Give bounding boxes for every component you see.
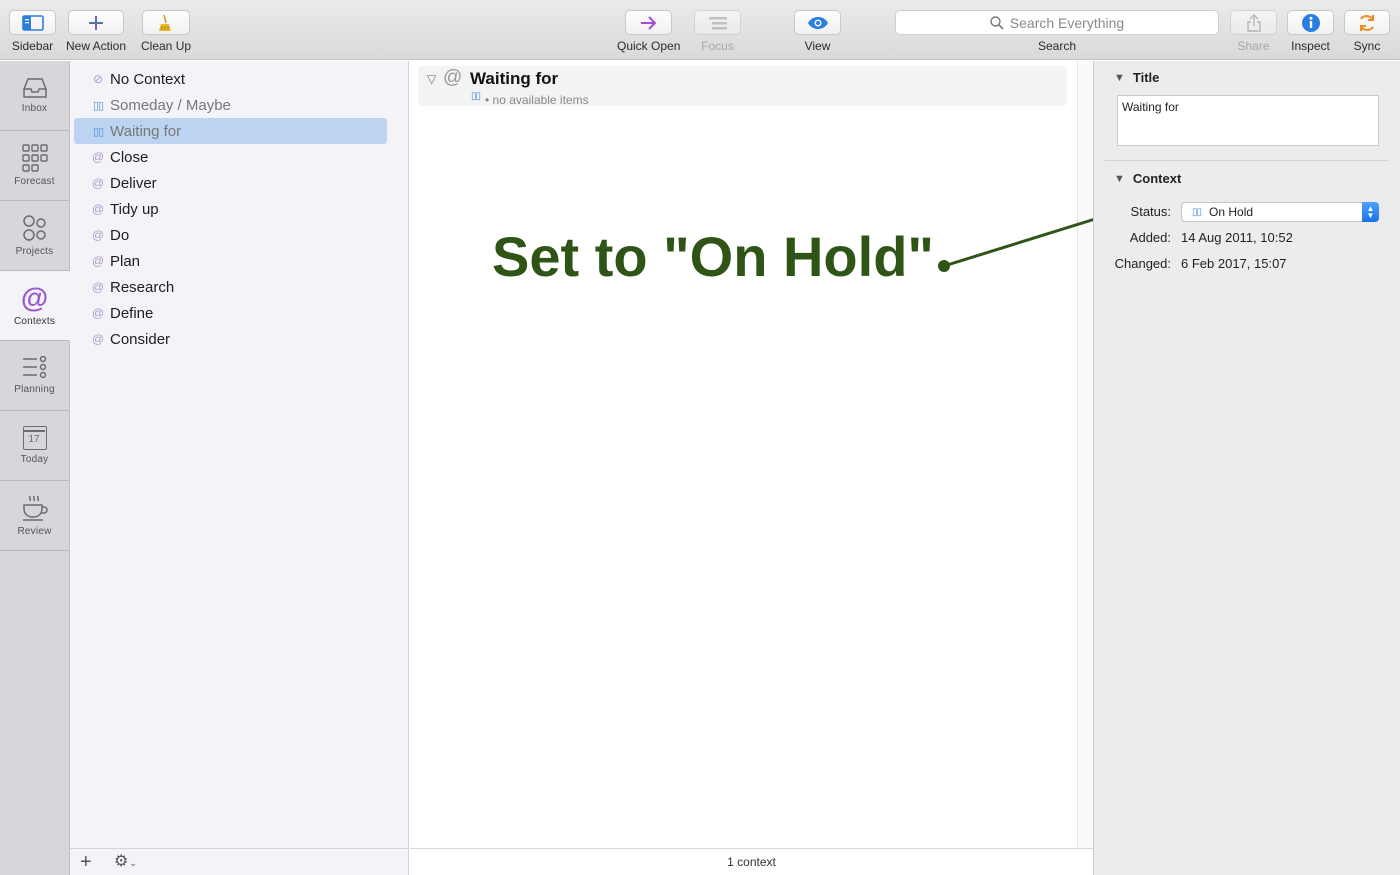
disclosure-triangle-icon[interactable]: ▼	[1114, 72, 1125, 84]
status-label: Status:	[1130, 204, 1171, 219]
title-field[interactable]: Waiting for	[1117, 95, 1379, 146]
status-value: On Hold	[1209, 205, 1254, 219]
added-value: 14 Aug 2011, 10:52	[1181, 230, 1293, 245]
changed-label: Changed:	[1114, 256, 1171, 271]
context-section-header[interactable]: ▼ Context	[1114, 171, 1181, 186]
disclosure-triangle-icon[interactable]: ▼	[1114, 173, 1125, 185]
status-select[interactable]: ▯▯ On Hold ▲ ▼	[1181, 202, 1379, 222]
select-arrows-icon: ▲ ▼	[1362, 202, 1379, 222]
divider	[1105, 160, 1389, 161]
title-section-label: Title	[1132, 70, 1160, 85]
added-label: Added:	[1129, 230, 1171, 245]
changed-value: 6 Feb 2017, 15:07	[1181, 256, 1287, 271]
pause-icon: ▯▯	[1192, 206, 1202, 218]
title-section-header[interactable]: ▼ Title	[1114, 70, 1159, 85]
context-section-label: Context	[1132, 171, 1182, 186]
inspector-panel: ▼ Title Waiting for ▼ Context Status: ▯▯…	[1093, 61, 1400, 875]
